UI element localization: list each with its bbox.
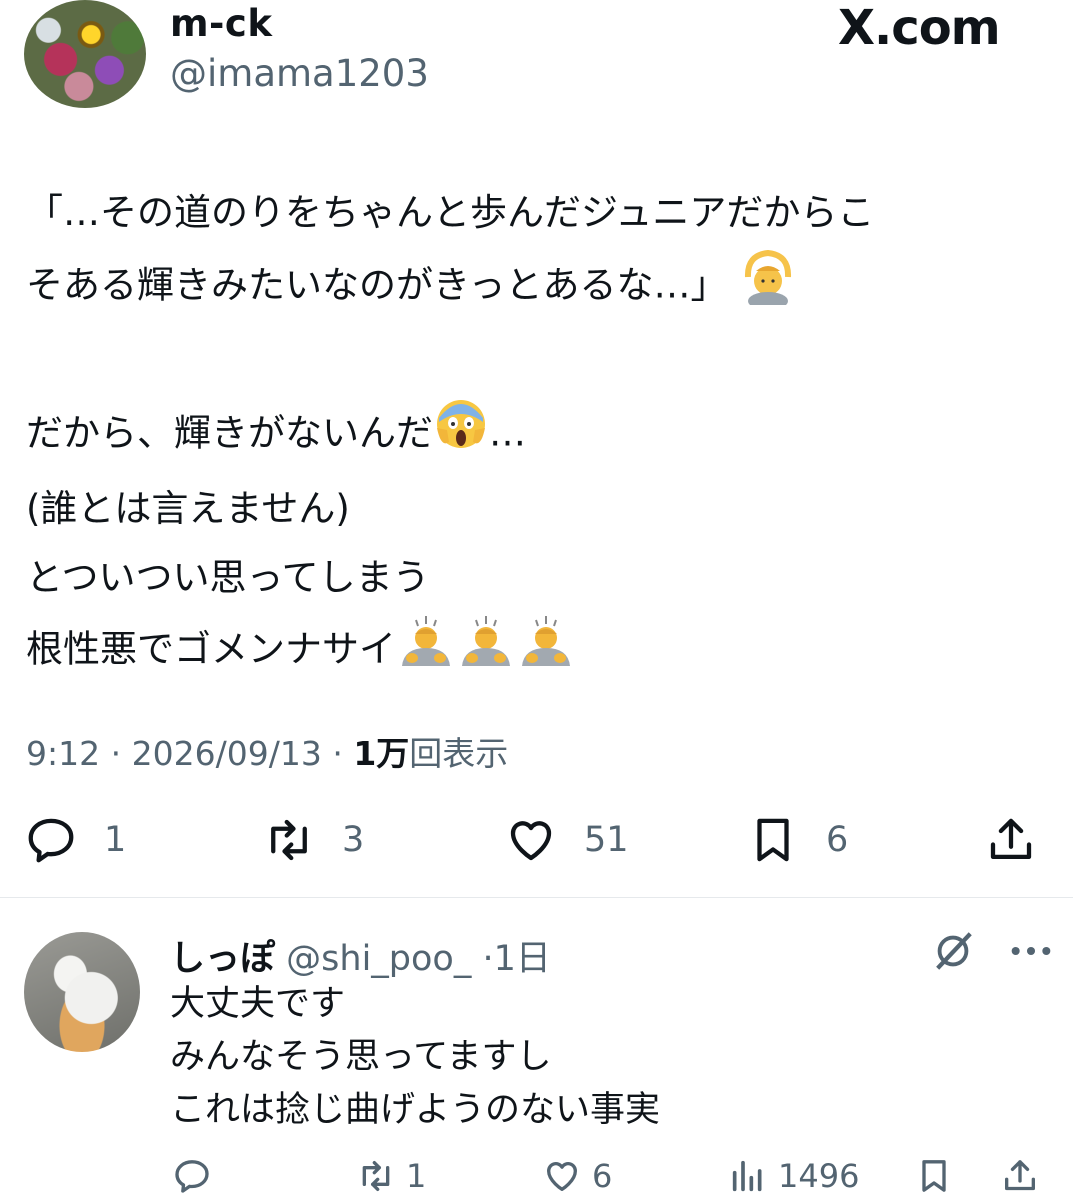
reply-bookmark-button[interactable] <box>914 1153 954 1199</box>
repost-icon <box>271 819 307 861</box>
reply-line-3: これは捻じ曲げようのない事実 <box>170 1090 661 1130</box>
reply-author-handle[interactable]: @shi_poo_ <box>286 939 471 979</box>
post-date[interactable]: 2026/09/13 <box>132 734 322 773</box>
grok-icon[interactable] <box>930 928 976 974</box>
x-logo: X.com <box>838 0 1001 56</box>
reply-action-bar: 1 6 1496 <box>0 1153 1073 1199</box>
post-line-7: 根性悪でゴメンナサイ <box>26 627 396 671</box>
reply-icon <box>28 818 74 863</box>
meta-separator: · <box>110 734 122 773</box>
person-bowing-emoji <box>516 612 576 690</box>
reply-author-avatar[interactable] <box>24 932 140 1052</box>
post-text: 「…その道のりをちゃんと歩んだジュニアだからこ そある輝きみたいなのがきっとある… <box>26 178 1056 690</box>
reply-age[interactable]: 1日 <box>494 939 551 979</box>
bookmark-button[interactable]: 6 <box>746 808 848 872</box>
reply-line-2: みんなそう思ってますし <box>170 1037 552 1077</box>
post-line-4: だから、輝きがないんだ <box>26 411 433 455</box>
reply-top-icons <box>930 928 1056 974</box>
author-avatar[interactable] <box>24 0 146 108</box>
post-action-bar: 1 3 51 6 <box>0 808 1073 872</box>
post-meta: 9:12 · 2026/09/13 · 1万回表示 <box>26 727 508 775</box>
share-button[interactable] <box>984 808 1038 872</box>
post-line-4-suffix: … <box>489 411 526 455</box>
person-bowing-emoji <box>396 612 456 690</box>
author-handle[interactable]: @imama1203 <box>170 52 429 95</box>
person-gesturing-ok-emoji <box>739 247 797 327</box>
post-line-2: そある輝きみたいなのがきっとあるな…」 <box>26 263 728 307</box>
divider <box>0 897 1073 898</box>
reply-count: 1 <box>104 820 127 860</box>
reply-author-name[interactable]: しっぽ <box>170 939 275 979</box>
person-bowing-emoji <box>456 612 516 690</box>
reply-repost-button[interactable]: 1 <box>356 1153 426 1199</box>
reply-icon <box>175 1160 209 1193</box>
views-icon <box>732 1160 762 1192</box>
post-line-6: とついつい思ってしまう <box>26 556 430 599</box>
like-count: 51 <box>584 820 629 860</box>
meta-separator: · <box>332 734 343 773</box>
repost-button[interactable]: 3 <box>262 808 364 872</box>
repost-icon <box>362 1161 390 1191</box>
reply-like-button[interactable]: 6 <box>542 1153 612 1199</box>
more-icon[interactable] <box>1006 928 1056 974</box>
reply-button[interactable]: 1 <box>24 808 126 872</box>
bookmark-count: 6 <box>826 820 849 860</box>
repost-count: 3 <box>342 820 365 860</box>
author-name[interactable]: m-ck <box>170 2 272 45</box>
views-label: 回表示 <box>409 734 509 773</box>
reply-views-count: 1496 <box>778 1157 860 1195</box>
like-icon <box>510 821 552 861</box>
reply-views-button[interactable]: 1496 <box>728 1153 859 1199</box>
bookmark-icon <box>922 1160 946 1192</box>
reply-text: 大丈夫です みんなそう思ってますし これは捻じ曲げようのない事実 <box>170 978 660 1137</box>
reply-share-button[interactable] <box>1000 1153 1040 1199</box>
reply-header: しっぽ @shi_poo_ ·1日 <box>170 930 551 981</box>
reply-separator: · <box>482 939 494 979</box>
views-count: 1万 <box>353 734 410 773</box>
face-screaming-emoji <box>433 396 489 474</box>
reply-like-count: 6 <box>592 1157 613 1195</box>
share-icon <box>990 818 1032 860</box>
post-line-1: 「…その道のりをちゃんと歩んだジュニアだからこ <box>26 191 875 234</box>
reply-line-1: 大丈夫です <box>170 984 346 1024</box>
reply-reply-button[interactable] <box>172 1153 222 1199</box>
bookmark-icon <box>757 818 789 862</box>
like-button[interactable]: 51 <box>504 808 629 872</box>
post-time[interactable]: 9:12 <box>26 734 100 773</box>
reply-repost-count: 1 <box>406 1157 427 1195</box>
like-icon <box>547 1162 577 1191</box>
share-icon <box>1005 1160 1035 1191</box>
post-line-5: (誰とは言えません) <box>26 487 350 530</box>
